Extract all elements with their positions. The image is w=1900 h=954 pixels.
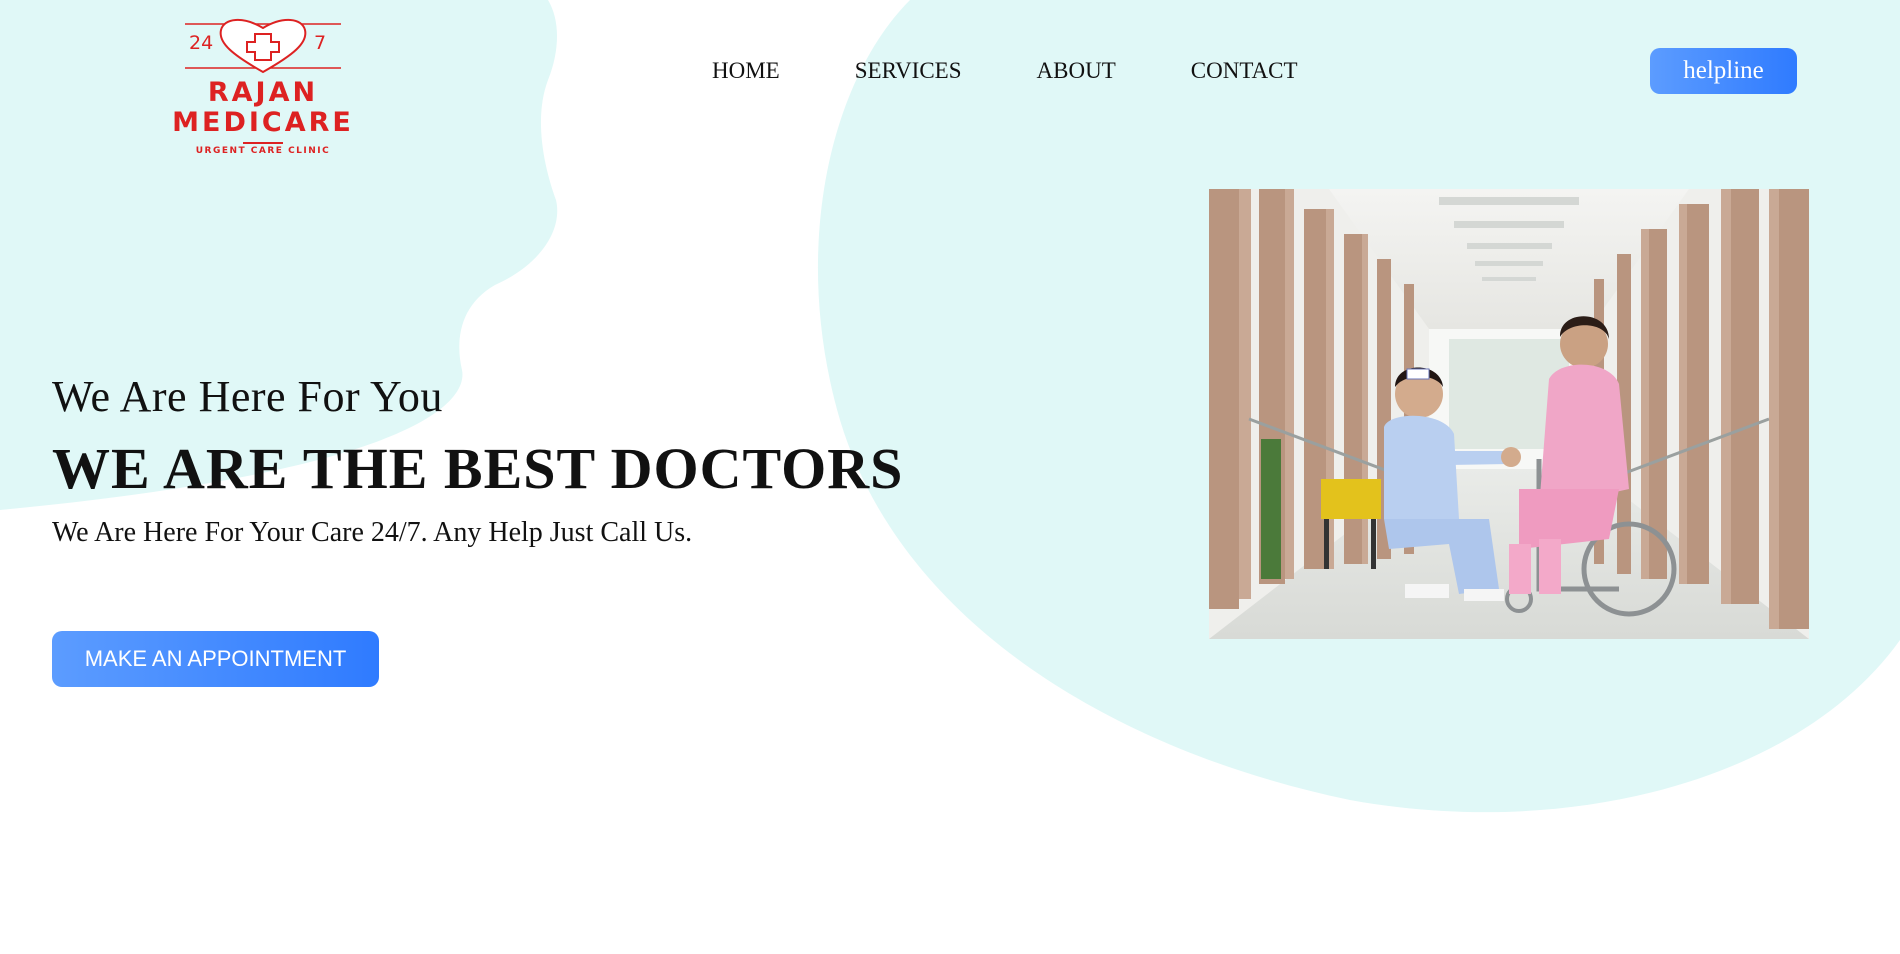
hero-section: We Are Here For You WE ARE THE BEST DOCT… — [52, 372, 903, 550]
nav-home[interactable]: HOME — [712, 58, 780, 84]
brand-tagline: URGENT CARE CLINIC — [195, 146, 331, 156]
brand-logo[interactable]: 24 7 RAJAN MEDICARE URGENT CARE CLINIC — [138, 10, 388, 160]
nav-services[interactable]: SERVICES — [855, 58, 962, 84]
hero-tagline: We Are Here For You — [52, 372, 443, 421]
badge-7: 7 — [314, 32, 327, 54]
brand-name-line2: MEDICARE — [172, 107, 354, 138]
make-appointment-button[interactable]: MAKE AN APPOINTMENT — [52, 631, 379, 687]
logo-divider — [243, 142, 283, 144]
hero-subtitle: We Are Here For Your Care 24/7. Any Help… — [52, 517, 693, 548]
hero-title: WE ARE THE BEST DOCTORS — [52, 436, 904, 501]
nav-contact[interactable]: CONTACT — [1191, 58, 1298, 84]
nurse-with-patient-photo — [1209, 189, 1809, 639]
helpline-button[interactable]: helpline — [1650, 48, 1797, 94]
nav-about[interactable]: ABOUT — [1037, 58, 1116, 84]
brand-name-line1: RAJAN — [207, 77, 319, 108]
badge-24: 24 — [189, 32, 214, 54]
main-nav: HOME SERVICES ABOUT CONTACT — [712, 58, 1298, 84]
